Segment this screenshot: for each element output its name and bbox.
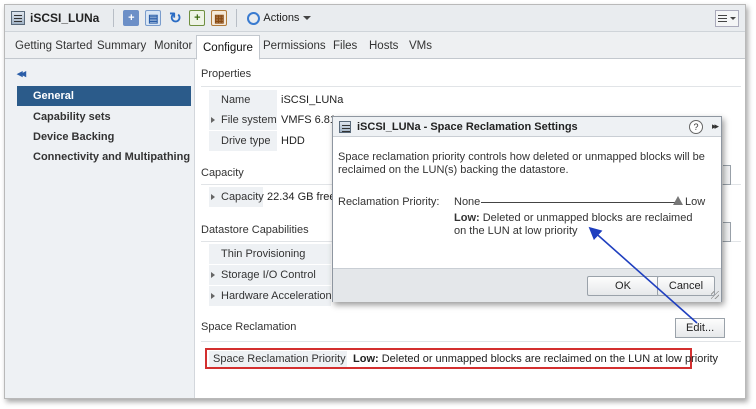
expand-triangle-icon[interactable] — [211, 272, 215, 278]
property-label: Name — [209, 90, 277, 110]
property-label: Capacity — [209, 187, 264, 207]
configure-sidebar: ◂◂ General Capability sets Device Backin… — [5, 59, 195, 398]
dialog-description: Space reclamation priority controls how … — [338, 151, 705, 176]
sidebar-item-connectivity-multipathing[interactable]: Connectivity and Multipathing — [17, 147, 191, 167]
capability-row-hw-acceleration[interactable]: Hardware Acceleration — [205, 286, 332, 306]
property-row-name: Name iSCSI_LUNa — [205, 90, 343, 110]
priority-value-text: Deleted or unmapped blocks are reclaimed… — [378, 353, 719, 365]
expand-dialog-icon[interactable]: ▸▸ — [712, 121, 719, 132]
highlighted-priority-row: Space Reclamation Priority Low: Deleted … — [205, 348, 718, 369]
datastore-icon — [339, 120, 351, 133]
register-vm-icon[interactable]: + — [123, 10, 140, 26]
chevron-down-icon — [730, 17, 736, 20]
priority-label: Space Reclamation Priority — [209, 351, 347, 367]
priority-value: Low: Deleted or unmapped blocks are recl… — [353, 351, 718, 367]
priority-description: Low: Deleted or unmapped blocks are recl… — [454, 212, 699, 238]
tab-permissions[interactable]: Permissions — [263, 37, 326, 59]
browse-files-icon[interactable]: ▤ — [145, 10, 162, 26]
space-reclamation-dialog: iSCSI_LUNa - Space Reclamation Settings … — [332, 116, 722, 302]
datastore-icon — [11, 11, 25, 25]
expand-triangle-icon[interactable] — [211, 117, 215, 123]
capability-row-thin-provisioning: Thin Provisioning — [205, 244, 335, 264]
tab-configure[interactable]: Configure — [196, 35, 260, 60]
sidebar-item-device-backing[interactable]: Device Backing — [17, 127, 191, 147]
ok-button[interactable]: OK — [587, 276, 659, 296]
property-row-drive-type: Drive type HDD — [205, 131, 335, 151]
dialog-title: iSCSI_LUNa - Space Reclamation Settings — [357, 120, 578, 133]
reclamation-priority-label: Reclamation Priority: — [338, 196, 440, 208]
actions-menu[interactable]: Actions — [247, 11, 312, 25]
actions-gear-icon — [247, 11, 261, 25]
divider — [201, 341, 741, 342]
tab-summary[interactable]: Summary — [97, 37, 146, 59]
property-label: Drive type — [209, 131, 277, 151]
tab-files[interactable]: Files — [333, 37, 357, 59]
capabilities-heading: Datastore Capabilities — [201, 224, 309, 236]
window-title: iSCSI_LUNa — [30, 11, 100, 25]
priority-desc-text: Deleted or unmapped blocks are reclaimed… — [454, 212, 693, 237]
panel-menu-button[interactable] — [715, 10, 739, 27]
divider — [201, 86, 741, 87]
property-label: Hardware Acceleration — [209, 286, 332, 306]
capabilities-action-button-edge[interactable] — [723, 222, 731, 242]
capacity-heading: Capacity — [201, 167, 244, 179]
property-value: VMFS 6.81 — [281, 114, 337, 126]
property-label: File system — [209, 110, 277, 130]
capacity-row[interactable]: Capacity 22.34 GB free — [205, 187, 336, 207]
slider-min-label: None — [454, 196, 481, 208]
title-toolbar: iSCSI_LUNa + ▤ ↻ + ▦ Actions — [5, 5, 745, 32]
help-icon[interactable]: ? — [689, 120, 703, 134]
sidebar-item-general[interactable]: General — [17, 86, 191, 106]
property-value: iSCSI_LUNa — [281, 94, 344, 106]
priority-value-bold: Low: — [353, 353, 379, 365]
expand-triangle-icon[interactable] — [211, 293, 215, 299]
properties-heading: Properties — [201, 68, 252, 80]
edit-reclamation-button[interactable]: Edit... — [675, 318, 726, 338]
property-value: HDD — [281, 135, 305, 147]
resize-grip-icon[interactable] — [711, 291, 719, 299]
datastore-configure-window: iSCSI_LUNa + ▤ ↻ + ▦ Actions Getting Sta… — [4, 4, 746, 399]
refresh-icon[interactable]: ↻ — [167, 10, 183, 27]
space-reclamation-heading: Space Reclamation — [201, 321, 297, 333]
toolbar-divider — [236, 9, 238, 27]
increase-capacity-icon[interactable]: + — [189, 10, 206, 26]
storage-report-icon[interactable]: ▦ — [211, 10, 228, 26]
tab-monitor[interactable]: Monitor — [154, 37, 192, 59]
sidebar-item-capability-sets[interactable]: Capability sets — [17, 107, 191, 127]
capability-row-storage-io[interactable]: Storage I/O Control — [205, 265, 335, 285]
chevron-down-icon — [303, 16, 312, 20]
priority-desc-bold: Low: — [454, 212, 480, 224]
slider-max-label: Low — [685, 196, 706, 208]
property-label: Storage I/O Control — [209, 265, 331, 285]
property-value: 22.34 GB free — [267, 191, 336, 203]
panel-menu-icon — [718, 18, 727, 19]
property-row-file-system[interactable]: File system VMFS 6.81 — [205, 110, 337, 130]
capacity-action-button-edge[interactable] — [723, 165, 731, 185]
tab-bar: Getting Started Summary Monitor Configur… — [5, 32, 745, 60]
actions-label: Actions — [263, 12, 300, 24]
tab-vms[interactable]: VMs — [409, 37, 432, 59]
expand-triangle-icon[interactable] — [211, 194, 215, 200]
tab-getting-started[interactable]: Getting Started — [15, 37, 92, 59]
dialog-title-bar: iSCSI_LUNa - Space Reclamation Settings — [333, 117, 721, 137]
priority-slider-thumb[interactable] — [673, 196, 683, 205]
property-label: Thin Provisioning — [209, 244, 331, 264]
tab-hosts[interactable]: Hosts — [369, 37, 398, 59]
cancel-button[interactable]: Cancel — [657, 276, 715, 296]
collapse-sidebar-icon[interactable]: ◂◂ — [17, 67, 26, 80]
dialog-footer: OK Cancel — [333, 268, 721, 302]
priority-slider[interactable] — [481, 202, 680, 203]
toolbar-divider — [113, 9, 115, 27]
